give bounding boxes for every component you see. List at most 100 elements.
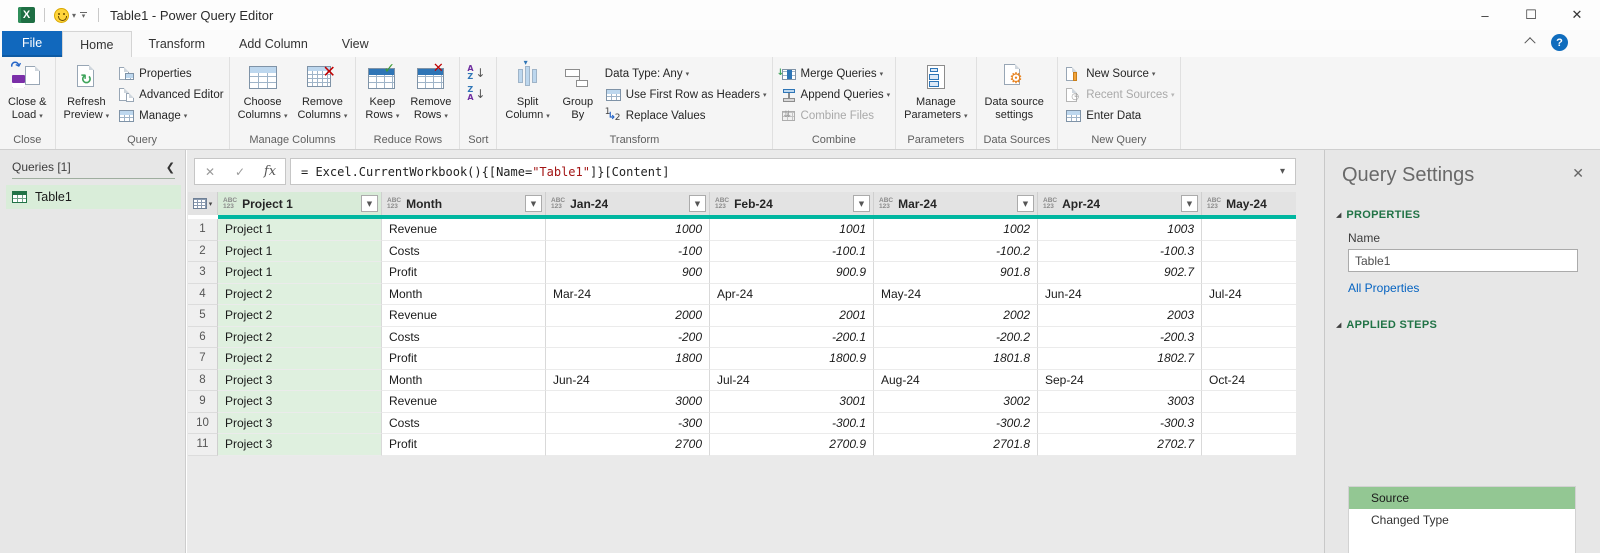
smiley-quick-access-icon[interactable] [54,7,69,23]
use-first-row-as-headers-button[interactable]: Use First Row as Headers ▾ [605,84,767,105]
table-cell[interactable]: May-24 [874,283,1038,305]
table-cell[interactable]: 900.9 [710,262,874,284]
table-cell[interactable]: Profit [382,262,546,284]
table-cell[interactable]: 3003 [1038,391,1202,413]
table-cell[interactable] [1202,348,1296,370]
table-cell[interactable]: Month [382,283,546,305]
keep-rows-button[interactable]: ✓ Keep Rows ▾ [359,59,405,125]
table-cell[interactable]: -300.3 [1038,412,1202,434]
table-cell[interactable]: Mar-24 [546,283,710,305]
remove-rows-button[interactable]: ✕ Remove Rows ▾ [405,59,456,125]
filter-dropdown-icon[interactable]: ▼ [1181,195,1198,212]
table-cell[interactable]: Revenue [382,219,546,241]
filter-dropdown-icon[interactable]: ▼ [1017,195,1034,212]
close-panel-icon[interactable]: ✕ [1572,166,1584,182]
table-cell[interactable]: -200 [546,326,710,348]
table-cell[interactable]: Month [382,369,546,391]
tab-home[interactable]: Home [62,31,132,57]
data-type-any-button[interactable]: Data Type: Any ▾ [605,63,767,84]
column-header-mar-24[interactable]: ABC 123 Mar-24 ▼ [874,192,1038,215]
table-cell[interactable]: 2001 [710,305,874,327]
table-cell[interactable]: Project 2 [218,326,382,348]
refresh-preview-button[interactable]: ↻ Refresh Preview ▾ [59,59,115,125]
choose-columns-button[interactable]: Choose Columns ▾ [233,59,293,125]
table-cell[interactable]: -200.1 [710,326,874,348]
table-cell[interactable]: Aug-24 [874,369,1038,391]
column-header-project-1[interactable]: ABC 123 Project 1 ▼ [218,192,382,215]
row-number[interactable]: 10 [188,412,218,434]
table-cell[interactable]: 1801.8 [874,348,1038,370]
append-queries-button[interactable]: Append Queries ▾ [780,84,890,105]
smiley-dropdown-icon[interactable]: ▾ [72,11,76,20]
tab-transform[interactable]: Transform [132,31,223,57]
collapse-pane-icon[interactable]: ❮ [166,161,175,174]
table-cell[interactable]: Revenue [382,391,546,413]
table-cell[interactable]: -300 [546,412,710,434]
applied-step-source[interactable]: Source [1349,487,1575,509]
manage-button[interactable]: Manage ▾ [118,105,223,126]
table-cell[interactable] [1202,240,1296,262]
table-cell[interactable]: Apr-24 [710,283,874,305]
close-load-button[interactable]: ↷ Close & Load ▾ [3,58,52,125]
table-cell[interactable] [1202,412,1296,434]
formula-cancel-icon[interactable]: ✕ [195,165,225,179]
select-all-corner[interactable]: ▾ [188,192,218,215]
tab-add-column[interactable]: Add Column [222,31,325,57]
row-number[interactable]: 2 [188,240,218,262]
table-cell[interactable] [1202,305,1296,327]
table-cell[interactable]: Sep-24 [1038,369,1202,391]
filter-dropdown-icon[interactable]: ▼ [853,195,870,212]
data-source-settings-button[interactable]: ⚙ Data source settings [980,59,1049,124]
table-cell[interactable]: -200.3 [1038,326,1202,348]
table-cell[interactable] [1202,262,1296,284]
filter-dropdown-icon[interactable]: ▼ [361,195,378,212]
table-cell[interactable]: 1001 [710,219,874,241]
table-cell[interactable]: Project 1 [218,262,382,284]
table-cell[interactable]: Jun-24 [1038,283,1202,305]
table-cell[interactable]: 1800.9 [710,348,874,370]
table-cell[interactable]: 2700 [546,434,710,456]
table-cell[interactable]: 1800 [546,348,710,370]
table-cell[interactable]: Project 3 [218,412,382,434]
query-list-item-table1[interactable]: Table1 [6,185,181,209]
filter-dropdown-icon[interactable]: ▼ [525,195,542,212]
table-cell[interactable] [1202,219,1296,241]
table-cell[interactable]: 902.7 [1038,262,1202,284]
row-number[interactable]: 3 [188,262,218,284]
table-cell[interactable]: 901.8 [874,262,1038,284]
enter-data-button[interactable]: Enter Data [1065,105,1174,126]
table-cell[interactable]: 2702.7 [1038,434,1202,456]
filter-dropdown-icon[interactable]: ▼ [689,195,706,212]
table-cell[interactable]: 2701.8 [874,434,1038,456]
minimize-button[interactable]: – [1462,0,1508,30]
collapse-section-icon[interactable]: ◢ [1336,211,1341,219]
table-cell[interactable]: -100.1 [710,240,874,262]
new-source-button[interactable]: New Source ▾ [1065,63,1174,84]
help-icon[interactable]: ? [1551,34,1568,51]
formula-fx-icon[interactable]: fx [255,164,285,179]
table-cell[interactable]: 2002 [874,305,1038,327]
maximize-button[interactable]: ☐ [1508,0,1554,30]
tab-view[interactable]: View [325,31,386,57]
table-cell[interactable]: -100.3 [1038,240,1202,262]
table-cell[interactable]: -100.2 [874,240,1038,262]
table-cell[interactable]: Costs [382,326,546,348]
table-cell[interactable]: Project 3 [218,434,382,456]
row-number[interactable]: 8 [188,369,218,391]
replace-values-button[interactable]: 1 ↳ 2 Replace Values [605,105,767,126]
table-cell[interactable]: Costs [382,240,546,262]
table-cell[interactable]: Jun-24 [546,369,710,391]
formula-bar[interactable]: = Excel.CurrentWorkbook(){[Name="Table1"… [290,158,1296,185]
table-cell[interactable]: Profit [382,348,546,370]
all-properties-link[interactable]: All Properties [1348,281,1419,295]
sort-ascending-button[interactable]: A Z ↓ [467,63,491,84]
table-cell[interactable]: 1002 [874,219,1038,241]
properties-button[interactable]: Properties [118,63,223,84]
table-cell[interactable]: Costs [382,412,546,434]
table-cell[interactable]: Project 2 [218,348,382,370]
table-cell[interactable]: Profit [382,434,546,456]
column-header-jan-24[interactable]: ABC 123 Jan-24 ▼ [546,192,710,215]
merge-queries-button[interactable]: ↓ Merge Queries ▾ [777,63,891,84]
formula-text[interactable]: = Excel.CurrentWorkbook(){[Name="Table1"… [301,165,1280,179]
table-cell[interactable]: 3000 [546,391,710,413]
